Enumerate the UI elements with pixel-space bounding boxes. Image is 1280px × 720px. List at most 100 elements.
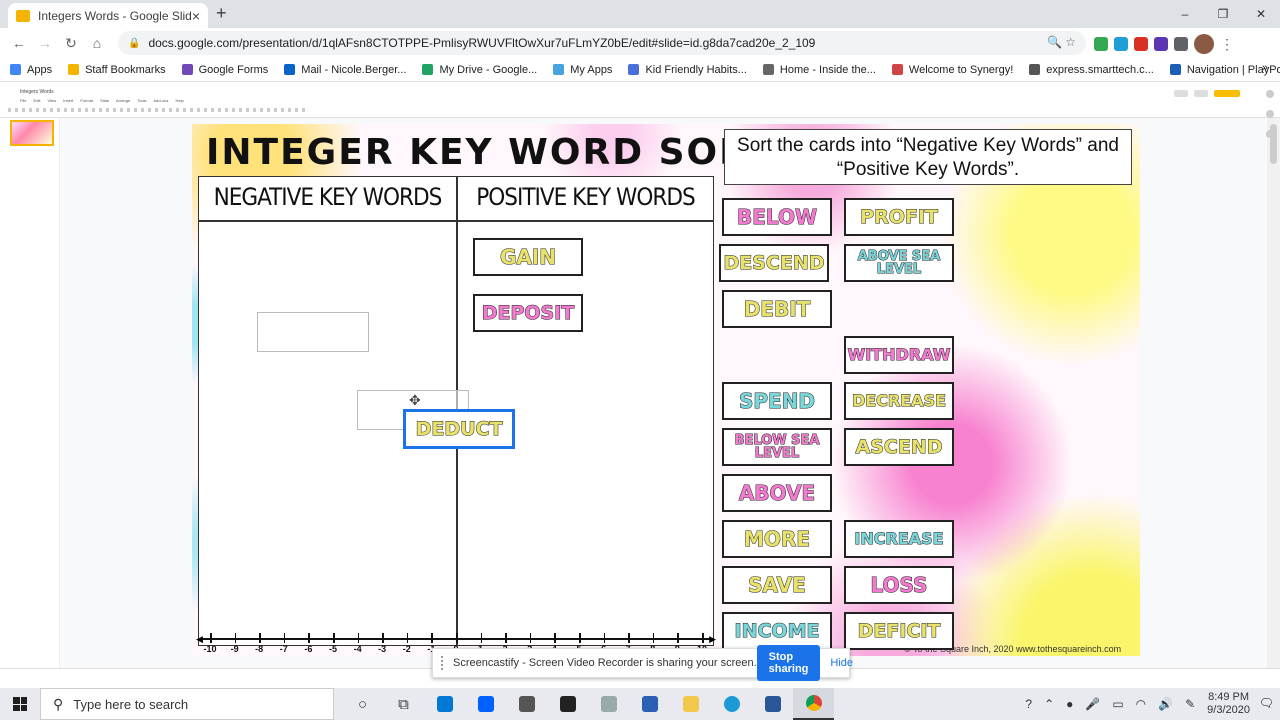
word-card[interactable]: BELOW SEA LEVEL [722, 428, 832, 466]
browser-tab[interactable]: Integers Words - Google Slides × [8, 3, 208, 28]
card-label: INCREASE [854, 529, 944, 548]
forward-arrow-icon[interactable]: → [32, 35, 58, 51]
extension-icon[interactable] [1134, 37, 1148, 51]
editing-toolbar[interactable] [8, 108, 308, 112]
puzzle-extensions-icon[interactable] [1174, 37, 1188, 51]
card-label: DEFICIT [857, 619, 941, 642]
word-card[interactable]: INCREASE [844, 520, 954, 558]
app-icon[interactable] [547, 688, 588, 720]
bookmark-item[interactable]: Staff Bookmarks [68, 64, 166, 76]
edge-icon[interactable] [711, 688, 752, 720]
bookmark-label: My Apps [570, 63, 613, 76]
extension-icon[interactable] [1154, 37, 1168, 51]
new-tab-button[interactable]: + [216, 3, 227, 24]
number-line-tick [234, 633, 237, 643]
bookmark-item[interactable]: Mail - Nicole.Berger... [284, 64, 406, 76]
word-card[interactable]: PROFIT [844, 198, 954, 236]
bookmark-favicon-icon [10, 64, 21, 75]
word-card[interactable]: DECREASE [844, 382, 954, 420]
bookmark-item[interactable]: My Drive - Google... [422, 64, 537, 76]
word-card[interactable]: DEBIT [722, 290, 832, 328]
tasks-icon[interactable] [1266, 130, 1274, 138]
share-button[interactable] [1214, 90, 1240, 97]
word-card[interactable]: GAIN [473, 238, 583, 276]
word-card[interactable]: DEDUCT [404, 410, 514, 448]
extension-icon[interactable] [1094, 37, 1108, 51]
help-icon[interactable]: ? [1025, 697, 1032, 711]
slides-menu-bar[interactable]: File Edit View Insert Format Slide Arran… [20, 98, 184, 103]
maximize-button[interactable]: ❐ [1204, 0, 1242, 28]
word-card[interactable]: ASCEND [844, 428, 954, 466]
bookmark-item[interactable]: Home - Inside the... [762, 64, 876, 76]
pen-icon[interactable]: ✎ [1185, 697, 1195, 711]
document-title[interactable]: Integers Words [20, 89, 54, 95]
slide-thumbnail[interactable] [10, 120, 54, 146]
word-card[interactable]: SAVE [722, 566, 832, 604]
volume-icon[interactable]: 🔊 [1158, 697, 1173, 711]
word-card[interactable]: BELOW [722, 198, 832, 236]
task-view-icon[interactable]: ⧉ [383, 688, 424, 720]
kebab-menu-icon[interactable]: ⋮ [1220, 36, 1234, 53]
word-card[interactable]: SPEND [722, 382, 832, 420]
profile-avatar[interactable] [1194, 34, 1214, 54]
hide-button[interactable]: Hide [830, 657, 853, 669]
number-line-label: -3 [378, 644, 387, 654]
stop-sharing-button[interactable]: Stop sharing [756, 645, 821, 681]
word-card[interactable]: ABOVE [722, 474, 832, 512]
file-explorer-icon[interactable] [670, 688, 711, 720]
chevron-up-icon[interactable]: ⌃ [1044, 697, 1054, 711]
minimize-button[interactable]: – [1166, 0, 1204, 28]
bookmark-item[interactable]: Welcome to Synergy! [891, 63, 1014, 76]
bookmark-label: Kid Friendly Habits... [645, 63, 747, 76]
drag-handle-icon[interactable] [441, 656, 443, 670]
bookmarks-overflow-icon[interactable]: » [1262, 62, 1268, 74]
word-card[interactable]: MORE [722, 520, 832, 558]
bookmark-item[interactable]: express.smarttech.c... [1029, 64, 1154, 76]
notifications-icon[interactable]: 🗨 [1259, 696, 1274, 710]
mail-app-icon[interactable] [424, 688, 465, 720]
chrome-icon[interactable] [793, 688, 834, 720]
close-tab-icon[interactable]: × [192, 8, 200, 24]
cortana-icon[interactable]: ○ [342, 688, 383, 720]
keep-icon[interactable] [1266, 110, 1274, 118]
whiteboard-icon[interactable] [629, 688, 670, 720]
positive-column-header: POSITIVE KEY WORDS [476, 183, 695, 211]
present-button[interactable] [1194, 90, 1208, 97]
reload-icon[interactable]: ↻ [58, 35, 84, 52]
card-label: BELOW SEA LEVEL [734, 433, 820, 461]
app-icon[interactable] [588, 688, 629, 720]
empty-placeholder-box[interactable] [257, 312, 369, 352]
wifi-icon[interactable]: ◠ [1136, 697, 1146, 711]
zoom-and-bookmark-star-icon[interactable]: 🔍 ☆ [1047, 35, 1076, 49]
close-window-button[interactable]: ✕ [1242, 0, 1280, 28]
address-bar[interactable]: 🔒 docs.google.com/presentation/d/1qlAFsn… [118, 31, 1086, 55]
card-label: MORE [744, 527, 811, 551]
extension-icon[interactable] [1114, 37, 1128, 51]
start-button[interactable] [0, 688, 40, 720]
home-icon[interactable]: ⌂ [84, 35, 110, 51]
bookmark-label: Welcome to Synergy! [908, 63, 1014, 76]
comments-button[interactable] [1174, 90, 1188, 97]
taskbar-search[interactable]: ⚲ Type here to search [40, 688, 334, 720]
word-card[interactable]: DESCEND [719, 244, 829, 282]
calendar-icon[interactable] [1266, 90, 1274, 98]
word-card[interactable]: ABOVE SEA LEVEL [844, 244, 954, 282]
microphone-icon[interactable]: 🎤 [1085, 697, 1100, 711]
system-tray: ? ⌃ ● 🎤 ▭ ◠ 🔊 ✎ 8:49 PM 9/3/2020 [1025, 688, 1250, 720]
word-icon[interactable] [752, 688, 793, 720]
dropbox-icon[interactable] [465, 688, 506, 720]
bookmark-item[interactable]: Apps [10, 64, 52, 76]
word-card[interactable]: DEPOSIT [473, 294, 583, 332]
back-arrow-icon[interactable]: ← [6, 35, 32, 51]
app-tray-icon[interactable]: ● [1066, 697, 1073, 711]
word-card[interactable]: DEFICIT [844, 612, 954, 650]
bookmark-item[interactable]: My Apps [553, 64, 612, 76]
store-icon[interactable] [506, 688, 547, 720]
word-card[interactable]: LOSS [844, 566, 954, 604]
bookmark-item[interactable]: Google Forms [181, 64, 268, 76]
clock[interactable]: 8:49 PM 9/3/2020 [1207, 691, 1250, 717]
battery-icon[interactable]: ▭ [1112, 697, 1123, 711]
vertical-scrollbar[interactable] [1267, 118, 1280, 678]
word-card[interactable]: WITHDRAW [844, 336, 954, 374]
bookmark-item[interactable]: Kid Friendly Habits... [628, 63, 747, 76]
